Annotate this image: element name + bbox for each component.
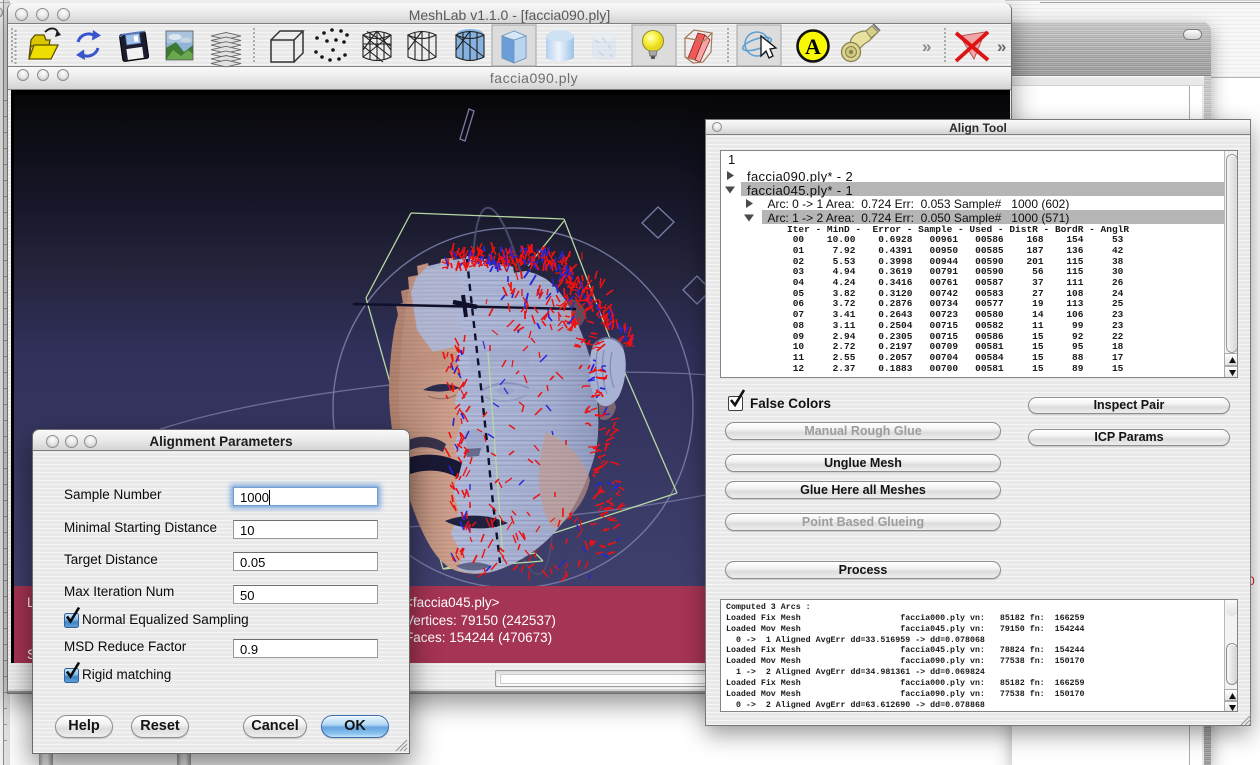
svg-text:»: » <box>997 37 1006 56</box>
svg-text:»: » <box>922 37 931 56</box>
svg-text:A: A <box>805 34 821 59</box>
